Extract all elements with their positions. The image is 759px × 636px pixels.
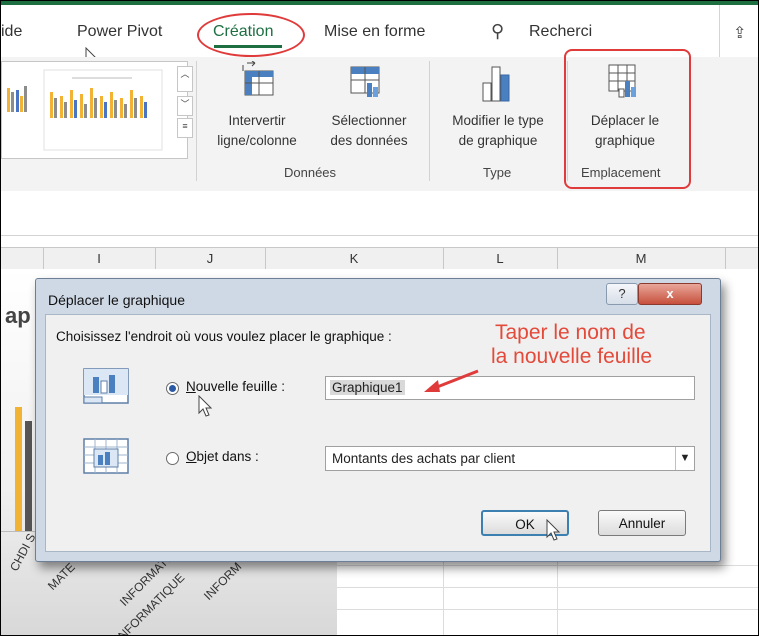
dialog-prompt: Choisissez l'endroit où vous voulez plac… — [56, 329, 392, 344]
cancel-button[interactable]: Annuler — [598, 510, 686, 536]
annotation-line-1: Taper le nom de — [495, 321, 646, 344]
axis-label: CHDI S — [7, 531, 39, 574]
object-in-select-value: Montants des achats par client — [332, 451, 516, 466]
chart-style-thumbnails[interactable] — [2, 62, 187, 158]
grid-line — [443, 559, 444, 635]
object-in-accel: O — [186, 449, 197, 464]
creation-tab-highlight — [197, 13, 305, 57]
grid-line — [337, 565, 758, 566]
change-type-label-1: Modifier le type — [452, 113, 544, 128]
change-chart-type-button[interactable]: Modifier le type de graphique — [437, 57, 559, 157]
search-icon[interactable]: ⚲ — [491, 21, 504, 42]
select-label-2: des données — [330, 133, 408, 148]
tab-power-pivot[interactable]: Power Pivot — [77, 23, 162, 41]
object-in-label-text: bjet dans : — [196, 449, 259, 464]
column-header-l[interactable]: L — [443, 248, 558, 270]
axis-label: INFORM — [201, 559, 245, 603]
grid-line — [337, 587, 758, 588]
mouse-pointer-icon — [198, 395, 213, 417]
column-header-blank[interactable] — [1, 248, 44, 270]
axis-label: MATE — [45, 560, 78, 593]
mouse-pointer-icon — [546, 519, 561, 541]
new-sheet-name-input[interactable]: Graphique1 — [325, 376, 695, 400]
formula-bar-area[interactable] — [1, 191, 758, 236]
search-box[interactable]: Recherci — [529, 23, 592, 41]
move-chart-highlight — [564, 49, 691, 189]
grid-line — [557, 559, 558, 635]
switch-label-1: Intervertir — [228, 113, 286, 128]
column-header-k[interactable]: K — [265, 248, 444, 270]
chart-bar — [15, 407, 22, 531]
column-headers: I J K L M — [1, 247, 758, 271]
help-button[interactable]: ? — [606, 283, 638, 305]
chart-title: ap — [5, 303, 31, 328]
column-header-j[interactable]: J — [155, 248, 266, 270]
new-sheet-name-value: Graphique1 — [330, 380, 405, 395]
switch-label-2: ligne/colonne — [217, 133, 297, 148]
switch-row-column-icon — [242, 61, 274, 96]
switch-row-column-button[interactable]: Intervertir ligne/colonne — [211, 57, 303, 157]
annotation-text: Taper le nom de la nouvelle feuille — [491, 321, 652, 369]
select-data-button[interactable]: Sélectionner des données — [319, 57, 419, 157]
object-in-select[interactable]: Montants des achats par client ▼ — [325, 446, 695, 471]
annotation-line-2: la nouvelle feuille — [491, 345, 653, 368]
move-chart-dialog: Déplacer le graphique ? x Choisissez l'e… — [35, 278, 721, 562]
new-sheet-accel: N — [186, 379, 196, 394]
new-sheet-label[interactable]: Nouvelle feuille : — [186, 379, 285, 394]
change-chart-type-icon — [482, 66, 510, 102]
column-header-i[interactable]: I — [43, 248, 156, 270]
group-label-donnees: Données — [284, 165, 337, 180]
group-separator — [429, 61, 430, 181]
new-sheet-label-text: ouvelle feuille : — [195, 379, 286, 394]
group-label-type: Type — [483, 165, 512, 180]
tab-aide[interactable]: ide — [1, 23, 22, 41]
dialog-title: Déplacer le graphique — [48, 292, 185, 308]
grid-line — [337, 609, 758, 610]
close-button[interactable]: x — [638, 283, 702, 305]
object-in-icon — [83, 438, 129, 474]
chart-bar — [25, 421, 32, 531]
object-in-label[interactable]: Objet dans : — [186, 449, 259, 464]
ribbon-body: ︿ ﹀ ≡ Intervertir ligne/colonne Sélectio… — [1, 49, 758, 192]
divider — [719, 5, 720, 61]
new-sheet-radio[interactable] — [166, 382, 179, 395]
excel-window: ide Power Pivot Création Mise en forme ⚲… — [0, 0, 759, 636]
tab-mise-en-forme[interactable]: Mise en forme — [324, 23, 425, 41]
gallery-scroll-down[interactable]: ﹀ — [177, 96, 193, 116]
dropdown-arrow-icon[interactable]: ▼ — [675, 447, 694, 470]
gallery-more[interactable]: ≡ — [177, 118, 193, 138]
annotation-arrow-icon — [424, 369, 479, 392]
gallery-scroll-up[interactable]: ︿ — [177, 66, 193, 92]
object-in-radio[interactable] — [166, 452, 179, 465]
share-icon[interactable]: ⇪ — [733, 23, 746, 43]
chart-styles-gallery[interactable]: ︿ ﹀ ≡ — [1, 61, 193, 159]
column-header-m[interactable]: M — [557, 248, 726, 270]
select-data-icon — [350, 66, 380, 97]
group-separator — [196, 61, 197, 181]
change-type-label-2: de graphique — [458, 133, 538, 148]
new-sheet-icon — [83, 368, 129, 404]
select-label-1: Sélectionner — [331, 113, 407, 128]
